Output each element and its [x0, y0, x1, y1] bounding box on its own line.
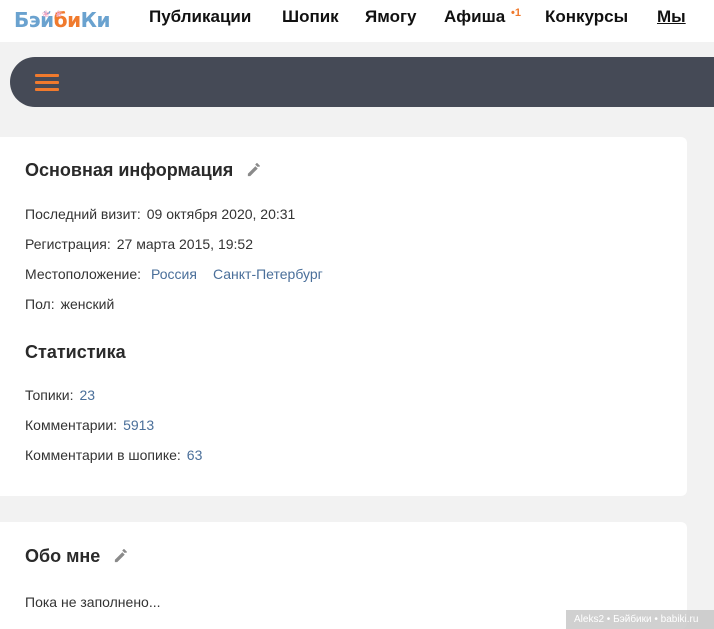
location-row: Местоположение: Россия Санкт-Петербург	[25, 266, 323, 282]
topics-row: Топики: 23	[25, 387, 96, 403]
site-logo[interactable]: ❀ ❀ БэйбиКи	[14, 7, 110, 33]
pencil-icon[interactable]	[246, 161, 261, 182]
registration-row: Регистрация: 27 марта 2015, 19:52	[25, 236, 253, 252]
watermark: Aleks2 • Бэйбики • babiki.ru	[566, 610, 714, 629]
gender-row: Пол: женский	[25, 296, 115, 312]
nav-item-afisha[interactable]: Афиша	[444, 7, 505, 26]
about-heading: Обо мне	[25, 546, 128, 568]
last-visit-row: Последний визит: 09 октября 2020, 20:31	[25, 206, 296, 222]
comments-count-link[interactable]: 5913	[123, 417, 154, 433]
comments-row: Комментарии: 5913	[25, 417, 155, 433]
hamburger-icon[interactable]	[35, 74, 59, 92]
about-text: Пока не заполнено...	[25, 594, 161, 610]
profile-info-card: Основная информация Последний визит: 09 о…	[0, 137, 687, 496]
pencil-icon[interactable]	[113, 547, 128, 568]
shop-comments-count-link[interactable]: 63	[187, 447, 203, 463]
nav-item-contests[interactable]: Конкурсы	[545, 7, 628, 27]
logo-decoration: ❀ ❀	[42, 10, 64, 20]
nav-item-yamogu[interactable]: Ямогу	[365, 7, 417, 27]
menu-bar	[10, 57, 714, 107]
nav-item-shop[interactable]: Шопик	[282, 7, 339, 27]
nav-item-about-us[interactable]: Мы	[657, 7, 686, 27]
basic-info-heading: Основная информация	[25, 160, 261, 182]
top-bar: ❀ ❀ БэйбиКи Публикации Шопик Ямогу Афиша…	[0, 0, 714, 42]
shop-comments-row: Комментарии в шопике: 63	[25, 447, 203, 463]
topics-count-link[interactable]: 23	[79, 387, 95, 403]
stats-heading: Статистика	[25, 342, 126, 362]
nav-item-publications[interactable]: Публикации	[149, 7, 251, 27]
nav-item-afisha-wrap: Афиша •1	[444, 7, 521, 27]
location-country-link[interactable]: Россия	[151, 266, 197, 282]
afisha-badge: •1	[511, 7, 521, 19]
location-city-link[interactable]: Санкт-Петербург	[213, 266, 323, 282]
